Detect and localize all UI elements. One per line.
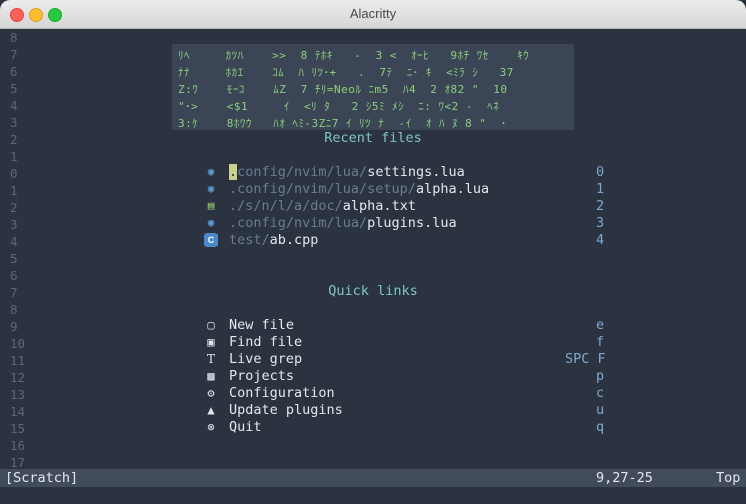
line-number: 4 [10,234,18,249]
text-file-icon: ▤ [207,199,215,212]
line-number: 17 [10,455,26,470]
quick-link-label: Find file [229,334,303,350]
terminal-window: Alacritty 8 7 6 5 4 3 2 1 0 1 2 3 4 5 6 7 8 9 10 11 12 13 14 15… [0,0,746,504]
quick-link-label: Live grep [229,351,303,367]
recent-files-heading: Recent files [324,130,422,146]
folder-icon: ▩ [207,369,215,383]
shortcut-key: c [596,385,605,401]
file-name: plugins.lua [367,215,457,231]
window-title: Alacritty [349,6,397,21]
line-number: 1 [10,183,18,198]
line-number: 14 [10,404,26,419]
line-number: 5 [10,251,18,266]
text-search-icon: T [206,352,215,366]
line-number: 12 [10,370,26,385]
line-number: 16 [10,438,26,453]
lua-icon: ◉ [207,182,215,195]
find-file-icon: ▣ [207,335,215,349]
shortcut-key: 1 [596,181,605,197]
banner-row: Z:ﾜ ﾓｰｺ ﾑZ 7 ﾁﾘ=Neoﾙ ﾆm5 ﾊ4 2 ｵ82 " 10 [178,83,508,96]
file-dir: test/ [229,232,270,248]
file-dir: ./s/n/l/a/doc/ [229,198,343,214]
shortcut-key: 4 [596,232,605,248]
line-number: 4 [10,98,18,113]
buffer-name: [Scratch] [5,470,79,486]
line-number: 9 [10,319,18,334]
file-dir: .config/nvim/lua/setup/ [229,181,416,197]
file-name: settings.lua [367,164,465,180]
line-number: 0 [10,166,18,181]
banner-row: ﾘﾍ ｶﾂﾊ >> 8 ﾃﾎｷ - 3 < ｵｰﾋ 9ﾎﾁ ﾜｾ ｷｳ [178,49,530,62]
shortcut-key: 0 [596,164,605,180]
scroll-indicator: Top [716,470,741,486]
shortcut-key: SPC F [565,351,606,367]
line-number: 1 [10,149,18,164]
header-banner: ﾘﾍ ｶﾂﾊ >> 8 ﾃﾎｷ - 3 < ｵｰﾋ 9ﾎﾁ ﾜｾ ｷｳ ﾅﾅ ﾎ… [172,44,574,130]
quit-icon: ⊗ [207,420,215,434]
line-number: 6 [10,64,18,79]
file-name: alpha.lua [415,181,490,197]
gear-icon: ⚙ [207,386,215,400]
line-number: 15 [10,421,26,436]
line-number: 2 [10,200,18,215]
update-icon: ▲ [207,403,215,417]
banner-row: "･> <$1 ｲ <ﾘ ﾀ 2 ｼ5ﾐ ﾒｼ ﾆ: ﾜ<2 - ﾍﾈ [178,100,500,113]
shortcut-key: f [596,334,605,350]
title-bar: Alacritty [0,0,746,29]
cursor-block: . [229,164,238,180]
shortcut-key: e [596,317,605,333]
line-number: 5 [10,81,18,96]
lua-icon: ◉ [207,165,215,178]
quick-link-label: Configuration [229,385,335,401]
file-dir: config/nvim/lua/ [237,164,368,180]
line-number: 8 [10,30,18,45]
file-dir: .config/nvim/lua/ [229,215,368,231]
banner-row: 3:ｹ 8ﾎﾜｳ ﾊｵ ﾍﾐ-3Zﾆ7 ｲ ﾘﾂ ﾅ -ｲ ｵ ﾊ ﾇ 8 " … [178,117,507,130]
shortcut-key: 3 [596,215,605,231]
cpp-icon: C [204,233,218,247]
quick-link-label: New file [229,317,295,333]
statusline: [Scratch] 9,27-25 Top [0,469,746,487]
cursor-position: 9,27-25 [596,470,653,486]
line-number: 8 [10,302,18,317]
line-number: 13 [10,387,26,402]
shortcut-key: 2 [596,198,605,214]
new-file-icon: ▢ [207,318,215,332]
line-number: 3 [10,115,18,130]
line-number: 11 [10,353,26,368]
shortcut-key: p [596,368,605,384]
shortcut-key: q [596,419,605,435]
quick-links-heading: Quick links [328,283,418,299]
line-number: 3 [10,217,18,232]
lua-icon: ◉ [207,216,215,229]
terminal-buffer[interactable]: 8 7 6 5 4 3 2 1 0 1 2 3 4 5 6 7 8 9 10 11 12 13 14 15 16 17 ﾘﾍ ｶﾂ… [0,29,746,470]
shortcut-key: u [596,402,605,418]
quick-link-label: Update plugins [229,402,343,418]
banner-row: ﾅﾅ ﾎｶｴ ｺﾑ ﾊ ﾘﾂ･+ . 7ﾃ ﾆ･ ｷ <ﾐﾗ ｼ 37 [178,66,514,79]
command-line[interactable] [0,487,746,504]
quick-link-label: Quit [229,419,262,435]
line-number: 10 [10,336,26,351]
line-number: 6 [10,268,18,283]
quick-link-label: Projects [229,368,295,384]
file-name: alpha.txt [342,198,416,214]
line-number: 7 [10,47,18,62]
file-name: ab.cpp [269,232,319,248]
